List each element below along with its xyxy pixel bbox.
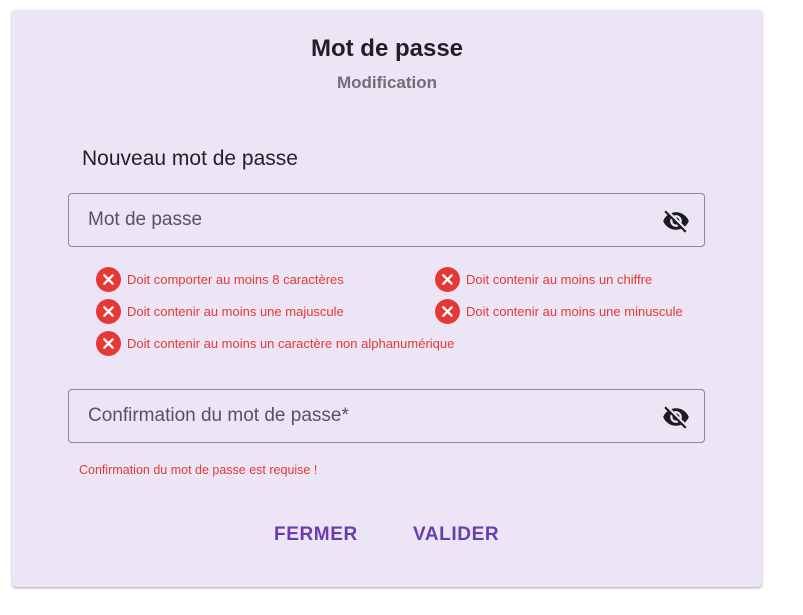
error-circle-icon [96, 266, 121, 292]
eye-off-icon[interactable] [662, 403, 690, 431]
rule-min-length: Doit comporter au moins 8 caractères [96, 266, 344, 292]
confirm-error-message: Confirmation du mot de passe est requise… [79, 463, 318, 477]
submit-button[interactable]: VALIDER [405, 520, 507, 550]
rule-text: Doit contenir au moins un chiffre [466, 271, 653, 287]
eye-off-icon[interactable] [662, 207, 690, 235]
error-circle-icon [96, 298, 121, 324]
error-circle-icon [96, 330, 121, 356]
rule-special-char: Doit contenir au moins un caractère non … [96, 330, 454, 356]
password-field [68, 193, 705, 247]
dialog-subtitle: Modification [336, 73, 438, 92]
password-input[interactable] [69, 194, 704, 246]
password-dialog: Mot de passe Modification Nouveau mot de… [12, 10, 762, 587]
dialog-title: Mot de passe [310, 35, 464, 62]
close-button[interactable]: FERMER [266, 520, 366, 550]
error-circle-icon [435, 266, 460, 292]
rule-text: Doit contenir au moins une majuscule [127, 303, 344, 319]
rule-lowercase: Doit contenir au moins une minuscule [435, 298, 683, 324]
confirm-password-field [68, 389, 705, 443]
confirm-password-input[interactable] [69, 390, 704, 442]
rule-text: Doit comporter au moins 8 caractères [127, 271, 344, 287]
rule-text: Doit contenir au moins un caractère non … [127, 335, 455, 351]
section-label: Nouveau mot de passe [82, 147, 298, 170]
rule-uppercase: Doit contenir au moins une majuscule [96, 298, 344, 324]
rule-digit: Doit contenir au moins un chiffre [435, 266, 652, 292]
rule-text: Doit contenir au moins une minuscule [466, 303, 683, 319]
error-circle-icon [435, 298, 460, 324]
